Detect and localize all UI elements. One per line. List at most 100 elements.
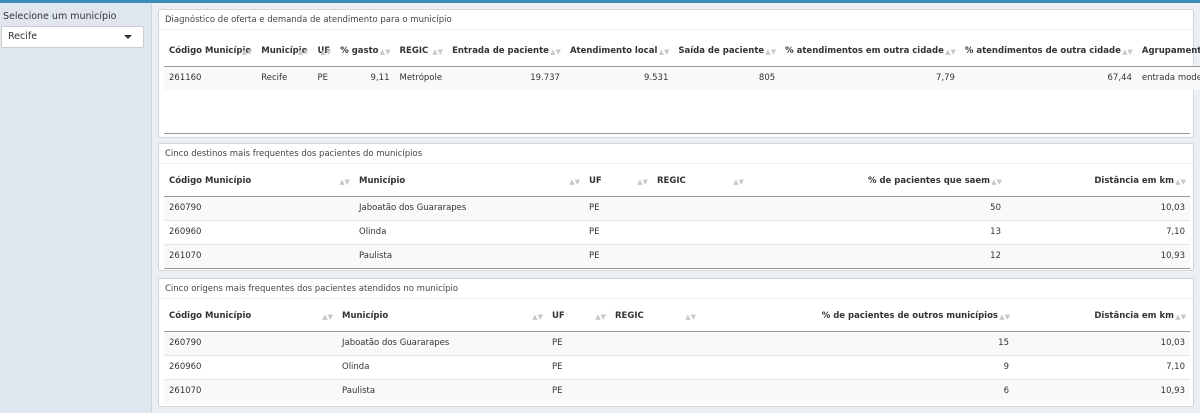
sort-arrows-icon: ▲▼: [432, 48, 444, 56]
municipio-select[interactable]: Recife: [1, 26, 144, 48]
sort-arrows-icon: ▲▼: [297, 48, 309, 56]
col-header[interactable]: Agrupamento▲▼: [1136, 37, 1200, 67]
table-cell: PE: [547, 378, 610, 403]
diagnostico-table: Código Município ▲▼ Município ▲▼ UF ▲▼ % ga…: [164, 37, 1200, 90]
table-cell: PE: [312, 65, 336, 90]
sort-arrows-icon: ▲▼: [991, 178, 1002, 186]
table-cell: Olinda: [354, 219, 584, 244]
destinos-table: Código Município ▲▼ Município ▲▼ UF ▲▼ REGI…: [164, 167, 1190, 268]
table-cell: PE: [584, 243, 652, 268]
table-header-row: Código Município ▲▼ Município ▲▼ UF ▲▼ REGI…: [164, 167, 1190, 197]
table-cell: Metrópole: [394, 65, 448, 90]
table-cell: PE: [584, 195, 652, 220]
col-header[interactable]: REGIC ▲▼: [610, 302, 700, 332]
table-cell: 9: [700, 354, 1014, 379]
table-cell: 7,10: [1006, 219, 1190, 244]
table-header-row: Código Município ▲▼ Município ▲▼ UF ▲▼ % ga…: [164, 37, 1200, 67]
col-header[interactable]: REGIC ▲▼: [652, 167, 748, 197]
table-cell: Jaboatão dos Guararapes: [337, 330, 547, 355]
table-header-row: Código Município ▲▼ Município ▲▼ UF ▲▼ REGI…: [164, 302, 1190, 332]
col-header[interactable]: Município ▲▼: [354, 167, 584, 197]
table-row: 261070 Paulista PE 12 10,93: [164, 243, 1190, 268]
sort-arrows-icon: ▲▼: [999, 313, 1010, 321]
table-cell: 19.737: [447, 65, 565, 90]
col-header[interactable]: % gasto ▲▼: [335, 37, 395, 67]
sort-arrows-icon: ▲▼: [637, 178, 648, 186]
table-cell: Jaboatão dos Guararapes: [354, 195, 584, 220]
table-cell: Paulista: [354, 243, 584, 268]
col-header[interactable]: REGIC ▲▼: [394, 37, 448, 67]
col-header[interactable]: UF ▲▼: [547, 302, 610, 332]
table-cell: 6: [700, 378, 1014, 403]
sidebar: Selecione um município Recife: [0, 3, 152, 413]
table-cell: 67,44: [959, 65, 1137, 90]
table-cell: [652, 195, 748, 220]
col-header[interactable]: % de pacientes que saem ▲▼: [748, 167, 1006, 197]
col-header[interactable]: Entrada de paciente ▲▼: [447, 37, 565, 67]
sort-arrows-icon: ▲▼: [550, 48, 561, 56]
table-cell: 12: [748, 243, 1006, 268]
table-cell: [610, 354, 700, 379]
col-header[interactable]: Distância em km ▲▼: [1006, 167, 1190, 197]
sort-arrows-icon: ▲▼: [532, 313, 543, 321]
sort-arrows-icon: ▲▼: [322, 313, 333, 321]
origens-table: Código Município ▲▼ Município ▲▼ UF ▲▼ REGI…: [164, 302, 1190, 403]
sort-arrows-icon: ▲▼: [339, 178, 350, 186]
table-row: 261160 Recife PE 9,11 Metrópole 19.737 9…: [164, 65, 1200, 90]
table-cell: 9,11: [335, 65, 395, 90]
table-cell: 260790: [164, 195, 354, 220]
table-cell: Olinda: [337, 354, 547, 379]
sort-arrows-icon: ▲▼: [733, 178, 744, 186]
table-cell: 260960: [164, 219, 354, 244]
table-cell: PE: [584, 219, 652, 244]
col-header[interactable]: Código Município ▲▼: [164, 302, 337, 332]
col-header[interactable]: Distância em km ▲▼: [1014, 302, 1190, 332]
municipio-select-label: Selecione um município: [3, 11, 117, 22]
table-cell: 13: [748, 219, 1006, 244]
table-cell: 15: [700, 330, 1014, 355]
table-cell: 260790: [164, 330, 337, 355]
table-bottom-border: [164, 133, 1190, 134]
col-header[interactable]: UF ▲▼: [312, 37, 336, 67]
table-cell: PE: [547, 330, 610, 355]
origens-title: Cinco origens mais frequentes dos pacien…: [159, 279, 1193, 299]
table-cell: Paulista: [337, 378, 547, 403]
col-header[interactable]: Município ▲▼: [337, 302, 547, 332]
col-header[interactable]: Saída de paciente ▲▼: [673, 37, 781, 67]
col-header[interactable]: Município ▲▼: [256, 37, 313, 67]
destinos-box: Cinco destinos mais frequentes dos pacie…: [158, 143, 1194, 271]
sort-arrows-icon: ▲▼: [1122, 48, 1133, 56]
table-cell: 7,79: [780, 65, 960, 90]
table-cell: 10,03: [1014, 330, 1190, 355]
sort-arrows-icon: ▲▼: [658, 48, 670, 56]
diagnostico-box: Diagnóstico de oferta e demanda de atend…: [158, 9, 1200, 138]
sort-arrows-icon: ▲▼: [1175, 313, 1186, 321]
table-cell: [610, 378, 700, 403]
sort-arrows-icon: ▲▼: [320, 48, 332, 56]
table-cell: 9.531: [564, 65, 674, 90]
table-row: 260790 Jaboatão dos Guararapes PE 50 10,…: [164, 195, 1190, 220]
table-cell: 261070: [164, 378, 337, 403]
table-row: 261070 Paulista PE 6 10,93: [164, 378, 1190, 403]
table-cell: 261160: [164, 65, 257, 90]
col-header[interactable]: % atendimentos em outra cidade ▲▼: [780, 37, 960, 67]
origens-box: Cinco origens mais frequentes dos pacien…: [158, 278, 1194, 407]
col-header[interactable]: UF ▲▼: [584, 167, 652, 197]
col-header[interactable]: Código Município ▲▼: [164, 167, 354, 197]
sort-arrows-icon: ▲▼: [1175, 178, 1186, 186]
col-header[interactable]: Atendimento local ▲▼: [564, 37, 674, 67]
table-row: 260960 Olinda PE 13 7,10: [164, 219, 1190, 244]
sort-arrows-icon: ▲▼: [595, 313, 606, 321]
caret-down-icon: [124, 35, 132, 39]
municipio-select-value: Recife: [8, 31, 38, 42]
diagnostico-title: Diagnóstico de oferta e demanda de atend…: [159, 10, 1193, 30]
col-header[interactable]: Código Município ▲▼: [164, 37, 257, 67]
table-cell: PE: [547, 354, 610, 379]
sort-arrows-icon: ▲▼: [379, 48, 391, 56]
col-header[interactable]: % atendimentos de outra cidade ▲▼: [959, 37, 1137, 67]
destinos-title: Cinco destinos mais frequentes dos pacie…: [159, 144, 1193, 164]
table-cell: [652, 243, 748, 268]
sort-arrows-icon: ▲▼: [685, 313, 696, 321]
table-cell: entrada moderada: [1136, 65, 1200, 90]
col-header[interactable]: % de pacientes de outros municípios ▲▼: [700, 302, 1014, 332]
